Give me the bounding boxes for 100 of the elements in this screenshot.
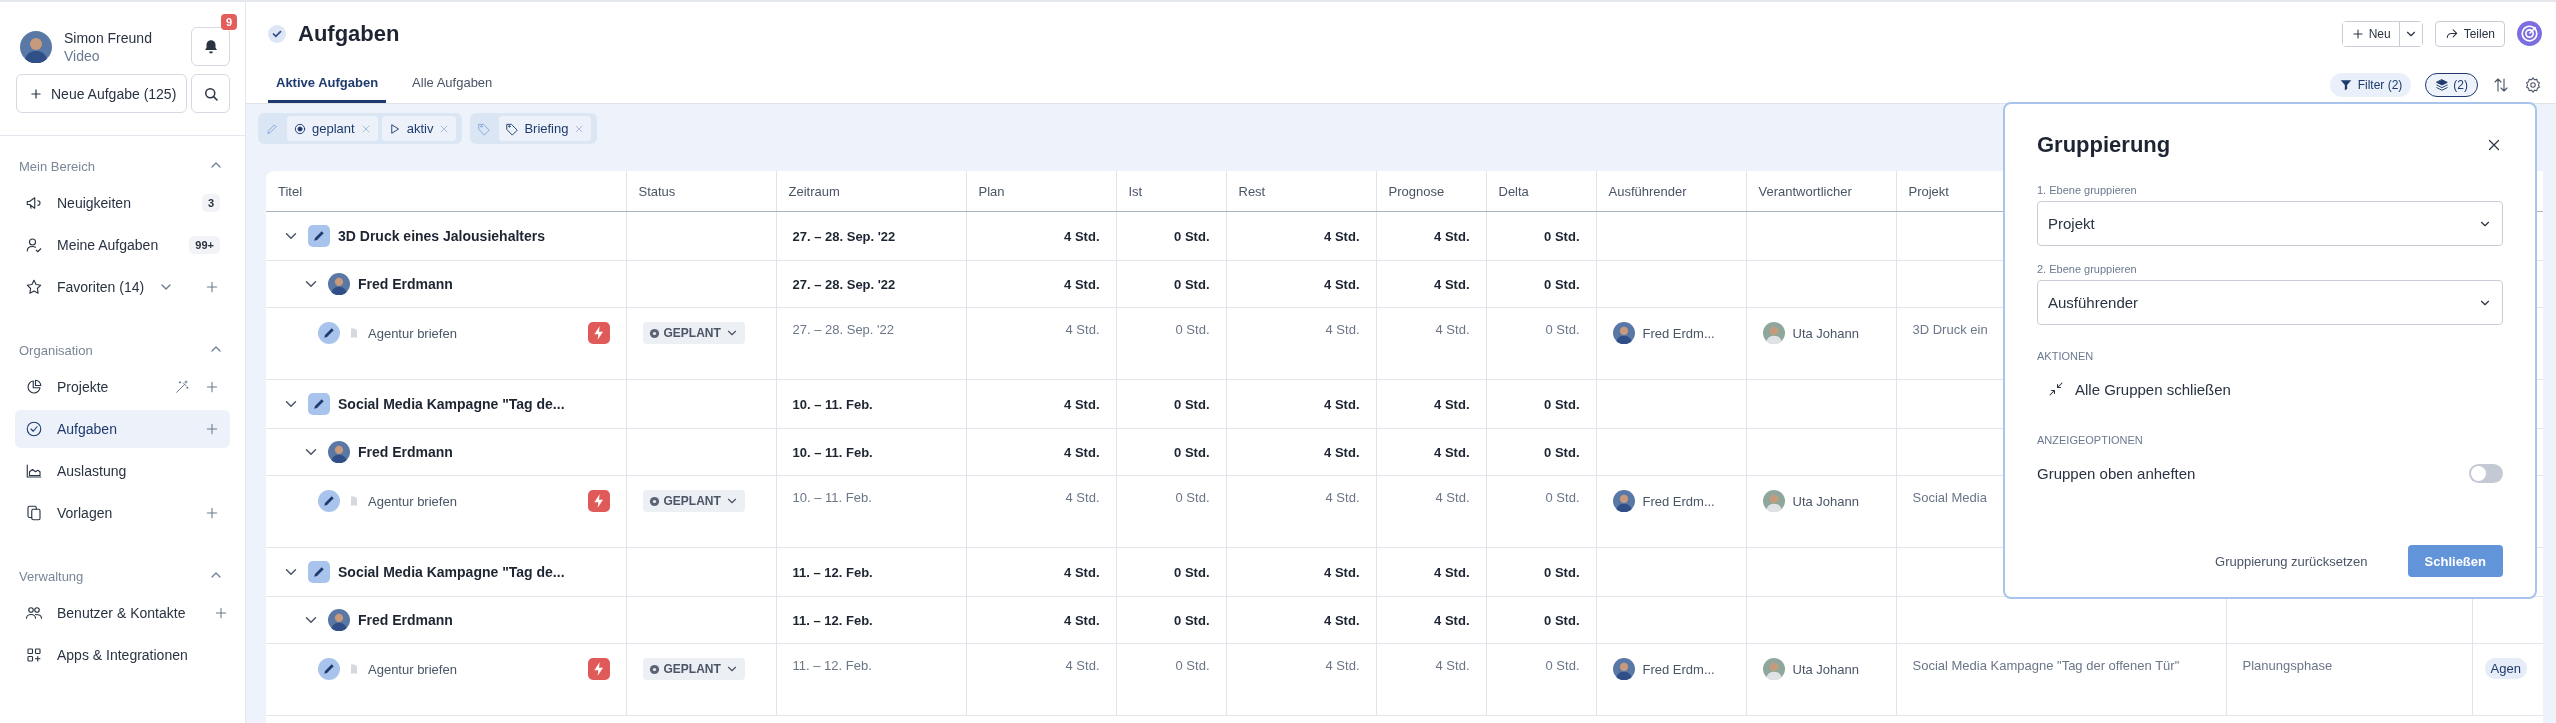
task-title[interactable]: Agentur briefen (368, 661, 580, 677)
assignee-name: Fred Erdmann (358, 612, 453, 628)
table-cell: 4 Std. (966, 475, 1116, 548)
table-cell: 0 Std. (1486, 428, 1596, 476)
count-badge: 3 (201, 194, 220, 212)
column-header[interactable]: Ist (1116, 171, 1226, 212)
table-cell: 0 Std. (1116, 475, 1226, 548)
tab[interactable]: Alle Aufgaben (404, 75, 501, 103)
column-header[interactable]: Ausführender (1596, 171, 1746, 212)
filter-chip[interactable]: Briefing (499, 116, 592, 141)
tab[interactable]: Aktive Aufgaben (268, 75, 387, 103)
table-cell: 4 Std. (1226, 307, 1376, 380)
column-header[interactable]: Delta (1486, 171, 1596, 212)
table-cell: 4 Std. (1376, 547, 1486, 597)
sidebar-item[interactable]: Vorlagen (15, 494, 230, 532)
sidebar-item[interactable]: Aufgaben (15, 410, 230, 448)
table-cell: 4 Std. (1226, 260, 1376, 308)
table-cell: 0 Std. (1486, 260, 1596, 308)
section-heading: Verwaltung (19, 568, 84, 584)
user-name: Simon Freund (64, 28, 152, 47)
table-cell: 0 Std. (1116, 596, 1226, 644)
table-cell: 4 Std. (1226, 475, 1376, 548)
table-cell: 4 Std. (1226, 211, 1376, 261)
table-cell: 4 Std. (1376, 596, 1486, 644)
table-cell: 4 Std. (966, 596, 1116, 644)
column-header[interactable]: Titel (266, 171, 626, 212)
assignee-name: Fred Erdmann (358, 276, 453, 292)
sidebar-item[interactable]: Favoriten (14) (15, 268, 230, 306)
grouping-button[interactable]: (2) (2425, 73, 2478, 97)
table-cell: 4 Std. (1226, 643, 1376, 716)
table-cell: 4 Std. (1376, 475, 1486, 548)
table-cell: 0 Std. (1116, 307, 1226, 380)
table-cell: 4 Std. (966, 260, 1116, 308)
table-cell: 4 Std. (1376, 428, 1486, 476)
table-cell: 4 Std. (966, 211, 1116, 261)
panel-title: Gruppierung (2037, 132, 2171, 158)
column-header[interactable]: Rest (1226, 171, 1376, 212)
task-title[interactable]: Agentur briefen (368, 325, 580, 341)
column-header[interactable]: Prognose (1376, 171, 1486, 212)
count-badge: 99+ (189, 236, 220, 254)
sidebar-item[interactable]: Meine Aufgaben 99+ (15, 226, 230, 264)
assignee-name: Fred Erdmann (358, 444, 453, 460)
section-heading: Mein Bereich (19, 158, 95, 174)
table-cell: 0 Std. (1486, 475, 1596, 548)
sidebar-item[interactable]: Neuigkeiten 3 (15, 184, 230, 222)
table-cell: 11. – 12. Feb. (776, 643, 966, 716)
select-field[interactable]: Ausführender (2037, 280, 2503, 325)
group-title: 3D Druck eines Jalousiehalters (338, 228, 545, 244)
phase-text: Planungsphase (2242, 658, 2333, 673)
field-label: 2. Ebene gruppieren (2037, 263, 2138, 275)
column-header[interactable]: Verantwortlicher (1746, 171, 1896, 212)
table-cell: 0 Std. (1116, 547, 1226, 597)
table-cell: 4 Std. (1226, 547, 1376, 597)
task-title[interactable]: Agentur briefen (368, 493, 580, 509)
page-title: Aufgaben (298, 20, 400, 47)
responsible-name: Uta Johann (1792, 325, 1859, 341)
status-dropdown[interactable]: GEPLANT (642, 490, 745, 512)
assignee-name: Fred Erdm... (1642, 325, 1715, 341)
sidebar-item[interactable]: Projekte (15, 368, 230, 406)
section-heading: Organisation (19, 342, 93, 358)
sidebar-item[interactable]: Apps & Integrationen (15, 636, 230, 674)
table-cell: 0 Std. (1486, 211, 1596, 261)
table-cell: 10. – 11. Feb. (776, 475, 966, 548)
group-title: Social Media Kampagne "Tag de... (338, 396, 565, 412)
table-cell: Social Media Kampagne "Tag der offenen Tür" (1896, 643, 2226, 716)
responsible-name: Uta Johann (1792, 493, 1859, 509)
assignee-name: Fred Erdm... (1642, 493, 1715, 509)
table-cell: 4 Std. (1376, 379, 1486, 429)
table-cell: 4 Std. (966, 547, 1116, 597)
responsible-name: Uta Johann (1792, 661, 1859, 677)
reset-button[interactable]: Gruppierung zurücksetzen (2209, 552, 2374, 570)
table-cell: 4 Std. (1376, 643, 1486, 716)
collapse-all-button[interactable]: Alle Gruppen schließen (2037, 380, 2503, 398)
status-dropdown[interactable]: GEPLANT (642, 322, 745, 344)
filter-chip[interactable]: geplant (287, 116, 378, 141)
share-button[interactable]: Teilen (2434, 20, 2505, 47)
table-cell: 4 Std. (1226, 379, 1376, 429)
section-heading: ANZEIGEOPTIONEN (2037, 434, 2144, 446)
section-heading: AKTIONEN (2037, 350, 2095, 362)
column-header[interactable]: Plan (966, 171, 1116, 212)
table-cell: 10. – 11. Feb. (776, 379, 966, 429)
column-header[interactable]: Status (626, 171, 776, 212)
tag: Agen (2484, 658, 2527, 679)
table-cell: 4 Std. (1376, 211, 1486, 261)
select-field[interactable]: Projekt (2037, 201, 2503, 246)
table-cell: 0 Std. (1486, 379, 1596, 429)
new-task-button[interactable]: Neue Aufgabe (125) (16, 74, 187, 113)
table-cell: 0 Std. (1116, 643, 1226, 716)
table-cell: 0 Std. (1116, 211, 1226, 261)
notification-badge: 9 (220, 14, 237, 30)
table-cell: 0 Std. (1486, 547, 1596, 597)
sidebar-item[interactable]: Benutzer & Kontakte (15, 594, 230, 632)
column-header[interactable]: Zeitraum (776, 171, 966, 212)
table-cell: 10. – 11. Feb. (776, 428, 966, 476)
sidebar-item[interactable]: Auslastung (15, 452, 230, 490)
table-cell: 0 Std. (1486, 596, 1596, 644)
status-dropdown[interactable]: GEPLANT (642, 658, 745, 680)
filter-button[interactable]: Filter (2) (2329, 73, 2412, 97)
table-cell: 0 Std. (1486, 643, 1596, 716)
filter-chip[interactable]: aktiv (381, 116, 457, 141)
